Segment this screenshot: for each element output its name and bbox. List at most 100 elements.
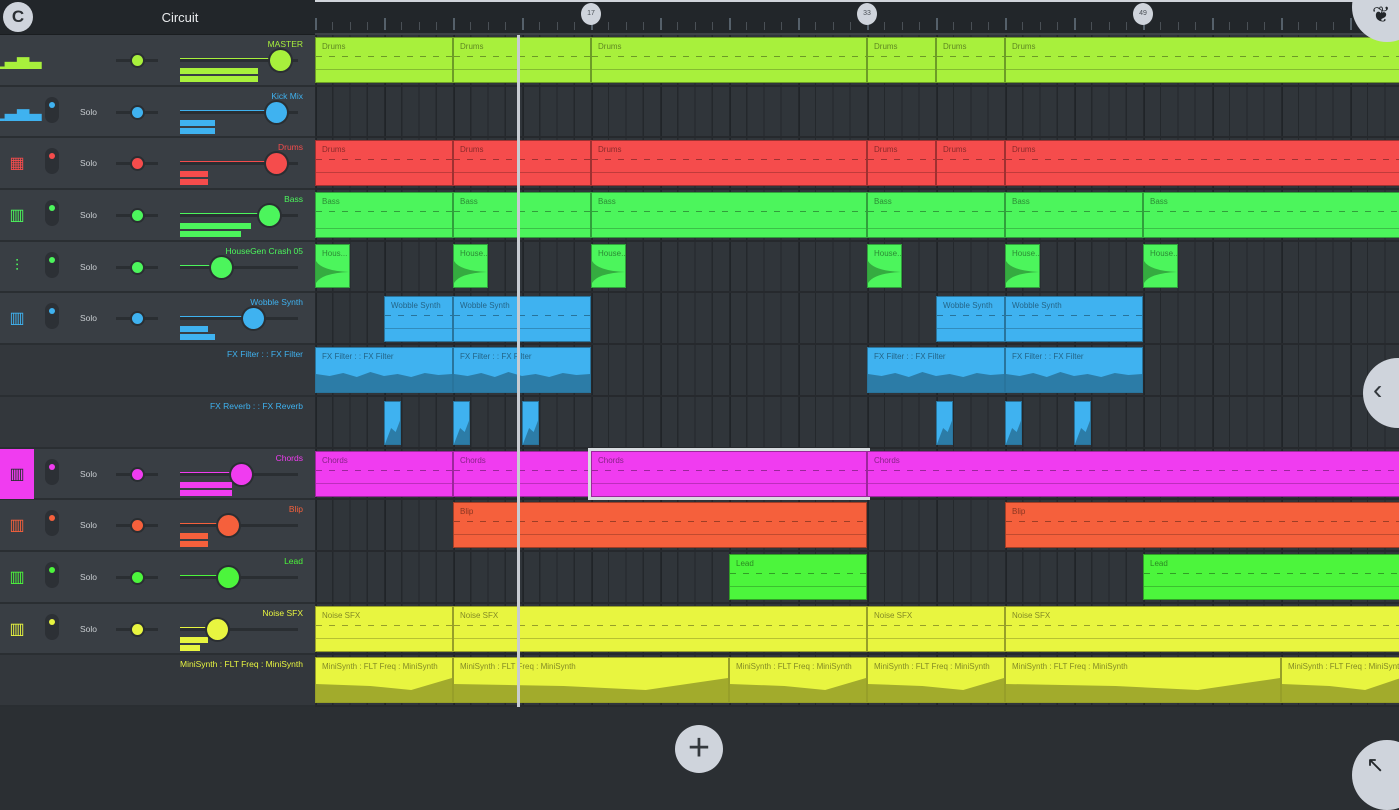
- clip[interactable]: FX Filter : : FX Filter: [1005, 347, 1143, 393]
- clip[interactable]: Drums: [936, 140, 1005, 186]
- track-lane[interactable]: FX Filter : : FX FilterFX Filter : : FX …: [315, 345, 1399, 397]
- clip[interactable]: Bass: [867, 192, 1005, 238]
- piano-icon[interactable]: ▥: [0, 449, 34, 499]
- mute-toggle[interactable]: [45, 614, 59, 640]
- track-row[interactable]: Lead▥Solo: [0, 552, 315, 604]
- clip[interactable]: Drums: [1005, 37, 1399, 83]
- clip[interactable]: [1074, 401, 1091, 445]
- track-row[interactable]: Blip▥Solo: [0, 500, 315, 552]
- volume-slider[interactable]: [180, 111, 298, 114]
- volume-slider[interactable]: [180, 317, 298, 320]
- clip[interactable]: Drums: [936, 37, 1005, 83]
- track-lane[interactable]: ChordsChordsChordsChords: [315, 449, 1399, 501]
- mute-toggle[interactable]: [45, 459, 59, 485]
- timeline-ruler[interactable]: 173349: [315, 0, 1399, 35]
- solo-button[interactable]: Solo: [80, 262, 97, 272]
- mute-toggle[interactable]: [45, 562, 59, 588]
- clip[interactable]: Noise SFX: [1005, 606, 1399, 652]
- clip[interactable]: House...: [1005, 244, 1040, 288]
- mute-toggle[interactable]: [45, 303, 59, 329]
- clip[interactable]: Bass: [453, 192, 591, 238]
- track-row[interactable]: Kick Mix▁▃▅▃Solo: [0, 87, 315, 139]
- clip[interactable]: Chords: [591, 451, 867, 497]
- track-lane[interactable]: Wobble SynthWobble SynthWobble SynthWobb…: [315, 294, 1399, 346]
- clip[interactable]: MiniSynth : FLT Freq : MiniSynth: [1281, 657, 1399, 703]
- clip[interactable]: MiniSynth : FLT Freq : MiniSynth: [1005, 657, 1281, 703]
- track-lane[interactable]: DrumsDrumsDrumsDrumsDrumsDrums: [315, 35, 1399, 87]
- clip[interactable]: Noise SFX: [867, 606, 1005, 652]
- clip[interactable]: Chords: [315, 451, 453, 497]
- clip[interactable]: [453, 401, 470, 445]
- add-track-button[interactable]: +: [675, 725, 723, 773]
- track-row[interactable]: MASTER▁▃▅▃: [0, 35, 315, 87]
- track-row[interactable]: Bass▥Solo: [0, 190, 315, 242]
- clip[interactable]: Drums: [591, 140, 867, 186]
- clip[interactable]: House...: [453, 244, 488, 288]
- solo-button[interactable]: Solo: [80, 107, 97, 117]
- clip[interactable]: Hous...: [315, 244, 350, 288]
- clip[interactable]: Chords: [453, 451, 591, 497]
- pan-slider[interactable]: [116, 576, 158, 579]
- bar-marker[interactable]: 33: [857, 3, 877, 25]
- mute-toggle[interactable]: [45, 97, 59, 123]
- pan-slider[interactable]: [116, 111, 158, 114]
- bar-marker[interactable]: 49: [1133, 3, 1153, 25]
- clip[interactable]: Drums: [315, 140, 453, 186]
- clip[interactable]: Drums: [453, 140, 591, 186]
- clip[interactable]: MiniSynth : FLT Freq : MiniSynth: [729, 657, 867, 703]
- solo-button[interactable]: Solo: [80, 158, 97, 168]
- track-lane[interactable]: BlipBlip: [315, 500, 1399, 552]
- playhead[interactable]: [517, 35, 520, 707]
- clip[interactable]: Bass: [591, 192, 867, 238]
- piano-icon[interactable]: ▥: [0, 604, 34, 654]
- pan-slider[interactable]: [116, 317, 158, 320]
- volume-slider[interactable]: [180, 214, 298, 217]
- track-row[interactable]: FX Reverb : : FX Reverb: [0, 397, 315, 449]
- clip[interactable]: Lead: [729, 554, 867, 600]
- solo-button[interactable]: Solo: [80, 624, 97, 634]
- volume-slider[interactable]: [180, 162, 298, 165]
- solo-button[interactable]: Solo: [80, 520, 97, 530]
- clip[interactable]: FX Filter : : FX Filter: [315, 347, 453, 393]
- pan-slider[interactable]: [116, 524, 158, 527]
- mixer-icon[interactable]: ▁▃▅▃: [0, 35, 34, 85]
- clip[interactable]: FX Filter : : FX Filter: [867, 347, 1005, 393]
- clip[interactable]: Blip: [453, 502, 867, 548]
- track-lane[interactable]: [315, 397, 1399, 449]
- clip[interactable]: Bass: [1143, 192, 1399, 238]
- piano-icon[interactable]: ▥: [0, 190, 34, 240]
- solo-button[interactable]: Solo: [80, 313, 97, 323]
- clip[interactable]: Bass: [1005, 192, 1143, 238]
- clip[interactable]: House...: [867, 244, 902, 288]
- pan-slider[interactable]: [116, 59, 158, 62]
- clip[interactable]: Drums: [1005, 140, 1399, 186]
- track-lane[interactable]: Hous...House...House...House...House...H…: [315, 242, 1399, 294]
- piano-icon[interactable]: ▥: [0, 500, 34, 550]
- track-row[interactable]: HouseGen Crash 05⫶Solo: [0, 242, 315, 294]
- solo-button[interactable]: Solo: [80, 210, 97, 220]
- clip[interactable]: Drums: [591, 37, 867, 83]
- pan-slider[interactable]: [116, 473, 158, 476]
- pan-slider[interactable]: [116, 628, 158, 631]
- piano-icon[interactable]: ▥: [0, 293, 34, 343]
- mute-toggle[interactable]: [45, 148, 59, 174]
- clip[interactable]: [384, 401, 401, 445]
- playlist-grid[interactable]: DrumsDrumsDrumsDrumsDrumsDrumsDrumsDrums…: [315, 35, 1399, 707]
- mute-toggle[interactable]: [45, 252, 59, 278]
- clip[interactable]: Drums: [315, 37, 453, 83]
- track-lane[interactable]: Noise SFXNoise SFXNoise SFXNoise SFX: [315, 604, 1399, 656]
- track-lane[interactable]: MiniSynth : FLT Freq : MiniSynthMiniSynt…: [315, 655, 1399, 707]
- track-row[interactable]: MiniSynth : FLT Freq : MiniSynth: [0, 655, 315, 707]
- clip[interactable]: FX Filter : : FX Filter: [453, 347, 591, 393]
- drum-pads-icon[interactable]: ▦: [0, 138, 34, 188]
- volume-slider[interactable]: [180, 59, 298, 62]
- clip[interactable]: Drums: [867, 37, 936, 83]
- clip[interactable]: House...: [1143, 244, 1178, 288]
- track-row[interactable]: Chords▥Solo: [0, 449, 315, 501]
- mixer-icon[interactable]: ▁▃▅▃: [0, 87, 34, 137]
- mute-toggle[interactable]: [45, 200, 59, 226]
- clip[interactable]: MiniSynth : FLT Freq : MiniSynth: [453, 657, 729, 703]
- clip[interactable]: Wobble Synth: [453, 296, 591, 342]
- clip[interactable]: Bass: [315, 192, 453, 238]
- volume-slider[interactable]: [180, 473, 298, 476]
